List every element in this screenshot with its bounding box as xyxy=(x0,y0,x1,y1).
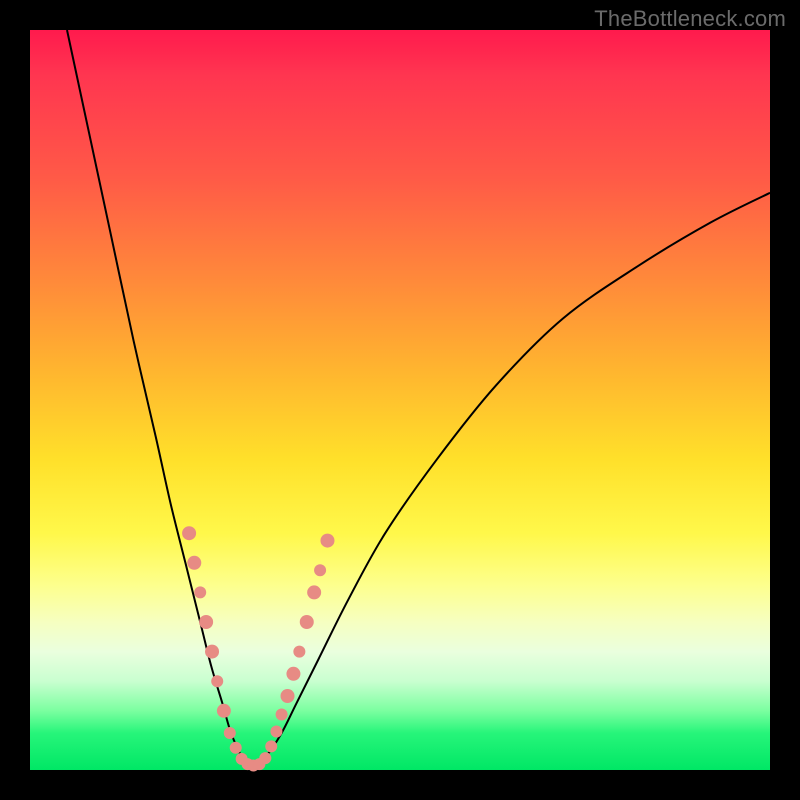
data-marker xyxy=(281,689,295,703)
data-marker xyxy=(187,556,201,570)
data-marker xyxy=(182,526,196,540)
data-marker xyxy=(205,645,219,659)
data-marker xyxy=(300,615,314,629)
plot-area xyxy=(30,30,770,770)
data-marker xyxy=(211,675,223,687)
data-marker xyxy=(259,752,271,764)
data-markers xyxy=(182,526,334,771)
data-marker xyxy=(286,667,300,681)
data-marker xyxy=(265,740,277,752)
data-marker xyxy=(230,742,242,754)
watermark-text: TheBottleneck.com xyxy=(594,6,786,32)
data-marker xyxy=(307,585,321,599)
data-marker xyxy=(217,704,231,718)
data-marker xyxy=(293,646,305,658)
right-curve xyxy=(252,193,770,767)
left-curve xyxy=(67,30,252,766)
chart-frame: TheBottleneck.com xyxy=(0,0,800,800)
data-marker xyxy=(276,709,288,721)
data-marker xyxy=(270,726,282,738)
data-marker xyxy=(320,534,334,548)
data-marker xyxy=(199,615,213,629)
data-marker xyxy=(194,586,206,598)
data-marker xyxy=(314,564,326,576)
data-marker xyxy=(224,727,236,739)
chart-svg xyxy=(30,30,770,770)
